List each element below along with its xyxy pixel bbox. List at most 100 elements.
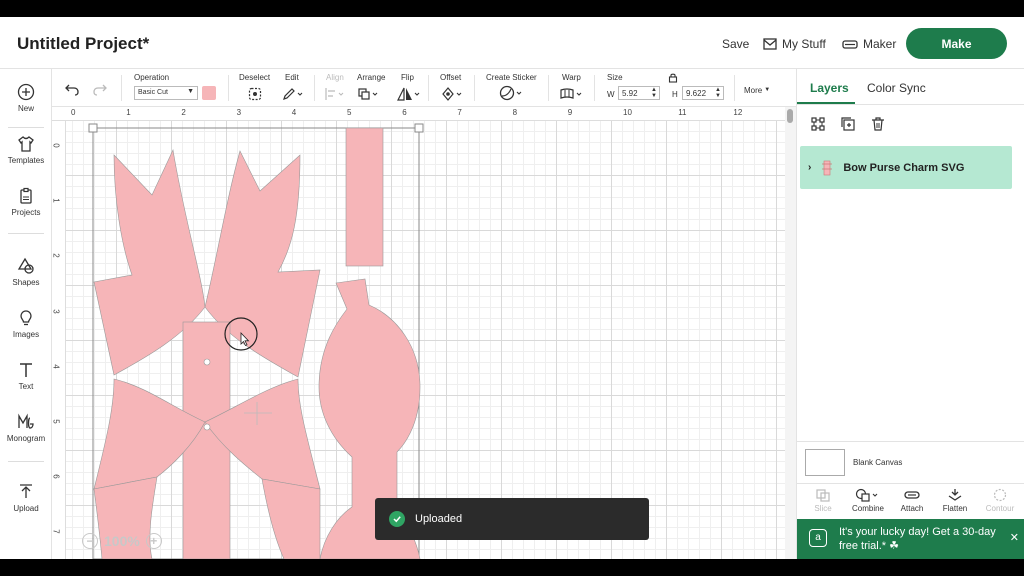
- vertical-scrollbar[interactable]: [787, 109, 793, 123]
- width-value: 5.92: [622, 89, 638, 98]
- my-stuff-button[interactable]: My Stuff: [763, 37, 826, 51]
- flatten-icon: [948, 489, 962, 501]
- selection-handle[interactable]: [88, 123, 98, 133]
- sticker-icon[interactable]: [499, 85, 525, 101]
- sidebar-item-upload[interactable]: Upload: [0, 483, 52, 513]
- sidebar-item-label: Shapes: [12, 278, 40, 287]
- more-label: More: [744, 85, 763, 95]
- height-label: H: [672, 89, 678, 99]
- sidebar-item-shapes[interactable]: Shapes: [0, 257, 52, 287]
- edit-label: Edit: [285, 73, 299, 82]
- sidebar-item-monogram[interactable]: Monogram: [0, 413, 52, 443]
- zoom-in-icon[interactable]: +: [145, 533, 162, 549]
- edit-toolbar: Operation Basic Cut ▼ Deselect Edit Alig…: [52, 69, 796, 107]
- maker-label: Maker: [863, 37, 897, 51]
- operation-select[interactable]: Basic Cut ▼: [134, 86, 198, 100]
- width-label: W: [607, 89, 615, 99]
- shirt-icon: [18, 136, 34, 152]
- deselect-icon[interactable]: [248, 86, 262, 102]
- save-label: Save: [722, 37, 750, 51]
- project-title[interactable]: Untitled Project*: [17, 34, 149, 54]
- warp-icon[interactable]: [559, 86, 585, 102]
- shapes-icon: [17, 257, 34, 274]
- caret-down-icon: ▼: [187, 88, 194, 95]
- design-space-logo-icon: a: [809, 529, 827, 547]
- clipboard-icon: [20, 187, 32, 204]
- contour-button[interactable]: Contour: [980, 488, 1020, 513]
- sidebar-item-images[interactable]: Images: [0, 309, 52, 339]
- sidebar-item-projects[interactable]: Projects: [0, 187, 52, 217]
- my-stuff-label: My Stuff: [782, 37, 826, 51]
- sidebar-divider: [8, 461, 44, 462]
- toolbar-divider: [474, 75, 475, 101]
- make-button[interactable]: Make: [906, 28, 1007, 59]
- flip-label: Flip: [401, 73, 414, 82]
- combine-label: Combine: [851, 504, 884, 513]
- slice-button[interactable]: Slice: [803, 488, 843, 513]
- sidebar-item-text[interactable]: Text: [0, 361, 52, 391]
- height-value: 9.622: [686, 89, 707, 98]
- blank-canvas-label: Blank Canvas: [853, 458, 903, 467]
- bow-purse-charm-artwork[interactable]: [93, 127, 421, 559]
- promo-banner[interactable]: a It's your lucky day! Get a 30-day free…: [797, 519, 1024, 559]
- sidebar-item-label: Templates: [7, 156, 45, 165]
- save-button[interactable]: Save: [722, 37, 749, 51]
- design-shapes[interactable]: [52, 107, 785, 559]
- trash-icon[interactable]: [870, 116, 886, 132]
- tab-layers[interactable]: Layers: [810, 81, 849, 95]
- flatten-label: Flatten: [942, 504, 968, 513]
- deselect-label: Deselect: [239, 73, 271, 82]
- sidebar-item-label: Images: [12, 330, 40, 339]
- operation-color-swatch[interactable]: [202, 86, 216, 100]
- operation-label: Operation: [134, 73, 170, 82]
- flip-icon[interactable]: [397, 86, 421, 102]
- close-icon[interactable]: ✕: [1010, 531, 1019, 545]
- toolbar-divider: [594, 75, 595, 101]
- stepper-icon[interactable]: ▲ ▼: [715, 87, 721, 99]
- lightbulb-icon: [20, 310, 32, 326]
- more-button[interactable]: More ▼: [744, 82, 770, 98]
- sidebar-item-label: Text: [18, 382, 34, 391]
- layers-panel: Layers Color Sync › Bow Purse Charm SVG …: [796, 69, 1024, 559]
- offset-icon[interactable]: [441, 86, 465, 102]
- combine-button[interactable]: Combine: [848, 488, 888, 513]
- sidebar-item-templates[interactable]: Templates: [0, 135, 52, 165]
- width-input[interactable]: 5.92 ▲ ▼: [618, 86, 660, 100]
- layer-row[interactable]: › Bow Purse Charm SVG: [800, 146, 1012, 189]
- upload-icon: [20, 484, 32, 498]
- warp-label: Warp: [562, 73, 581, 82]
- redo-icon[interactable]: [92, 82, 108, 98]
- toolbar-divider: [428, 75, 429, 101]
- zoom-out-icon[interactable]: −: [82, 533, 98, 549]
- attach-button[interactable]: Attach: [892, 488, 932, 513]
- tab-color-sync[interactable]: Color Sync: [867, 81, 926, 95]
- size-label: Size: [607, 73, 623, 82]
- toolbar-divider: [734, 75, 735, 101]
- app-window: Untitled Project* Save My Stuff Maker Ma…: [0, 17, 1024, 559]
- contour-label: Contour: [985, 504, 1015, 513]
- flatten-button[interactable]: Flatten: [935, 488, 975, 513]
- chevron-right-icon[interactable]: ›: [808, 162, 811, 173]
- hole-marker: [203, 358, 211, 366]
- design-canvas[interactable]: 0 1 2 3 4 5 6 7 8 9 10 11 12 01234567 − …: [52, 107, 785, 559]
- duplicate-icon[interactable]: [840, 116, 856, 132]
- selection-handle[interactable]: [414, 123, 424, 133]
- attach-label: Attach: [900, 504, 924, 513]
- lock-icon[interactable]: [668, 72, 678, 83]
- toolbar-divider: [121, 75, 122, 101]
- pencil-edit-icon[interactable]: [282, 86, 304, 102]
- toast-message: Uploaded: [415, 513, 463, 525]
- text-icon: [20, 363, 32, 377]
- sidebar-item-new[interactable]: New: [0, 83, 52, 113]
- contour-icon: [993, 488, 1007, 502]
- align-icon[interactable]: [324, 86, 346, 102]
- stepper-icon[interactable]: ▲ ▼: [651, 87, 657, 99]
- arrange-icon[interactable]: [357, 86, 381, 102]
- envelope-icon: [763, 38, 777, 50]
- maker-button[interactable]: Maker: [842, 37, 896, 51]
- blank-canvas-swatch[interactable]: [805, 449, 845, 476]
- undo-icon[interactable]: [64, 82, 80, 98]
- group-icon[interactable]: [810, 116, 826, 132]
- tab-divider: [797, 104, 1024, 105]
- height-input[interactable]: 9.622 ▲ ▼: [682, 86, 724, 100]
